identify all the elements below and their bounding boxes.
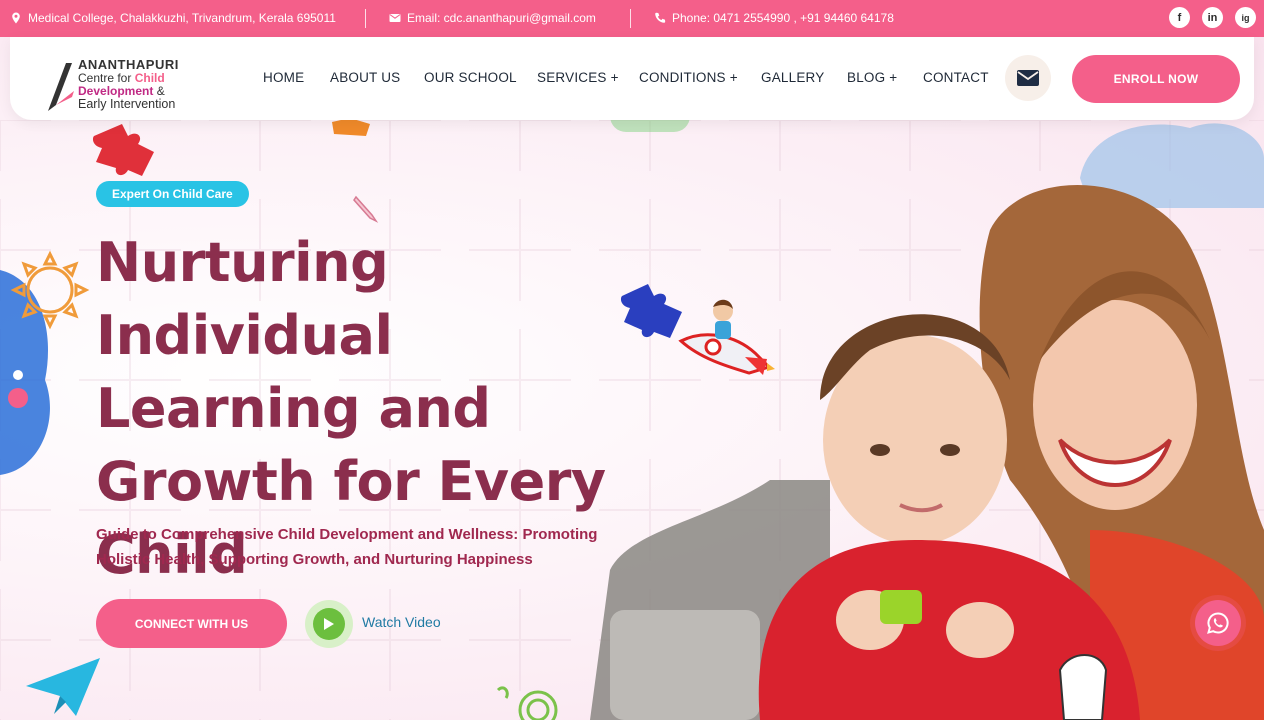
logo-mark-icon [48,63,74,111]
main-header: ANANTHAPURI Centre for Child Development… [10,37,1254,120]
play-icon [324,618,334,630]
play-video-button[interactable] [305,600,353,648]
phone-text[interactable]: Phone: 0471 2554990 , +91 94460 64178 [672,11,894,25]
nav-contact[interactable]: CONTACT [923,70,993,85]
connect-with-us-button[interactable]: CONNECT WITH US [96,599,287,648]
logo-text-colored: Development [78,84,154,98]
address-info: Medical College, Chalakkuzhi, Trivandrum… [10,11,336,25]
logo-line-4: Early Intervention [78,97,176,111]
linkedin-icon[interactable]: in [1202,7,1223,28]
paper-plane-icon [26,658,100,716]
whatsapp-button[interactable] [1195,600,1241,646]
expert-badge: Expert On Child Care [96,181,249,207]
nav-home[interactable]: HOME [263,70,330,85]
email-text[interactable]: Email: cdc.ananthapuri@gmail.com [407,11,596,25]
enroll-now-button[interactable]: ENROLL NOW [1072,55,1240,103]
orange-puzzle-icon [332,118,370,136]
address-text: Medical College, Chalakkuzhi, Trivandrum… [28,11,336,25]
mail-button[interactable] [1005,55,1051,101]
site-logo[interactable]: ANANTHAPURI Centre for Child Development… [46,57,216,113]
facebook-icon[interactable]: f [1169,7,1190,28]
main-navigation: HOME ABOUT US OUR SCHOOL SERVICES + COND… [263,70,993,85]
phone-icon [655,12,666,23]
red-puzzle-icon [92,124,154,176]
instagram-icon[interactable]: ig [1235,7,1256,28]
nav-conditions[interactable]: CONDITIONS + [639,70,761,85]
watch-video-link[interactable]: Watch Video [362,614,441,630]
nav-gallery[interactable]: GALLERY [761,70,847,85]
email-icon [389,14,401,22]
play-button-inner [313,608,345,640]
divider [630,9,631,28]
snail-icon [496,686,558,720]
sun-icon [10,250,90,330]
whatsapp-icon [1207,612,1229,634]
nav-our-school[interactable]: OUR SCHOOL [424,70,537,85]
logo-line-2: Centre for Child [78,72,165,84]
pencil-icon [353,195,379,223]
nav-about-us[interactable]: ABOUT US [330,70,424,85]
hero-subtext: Guide to Comprehensive Child Development… [96,526,598,568]
phone-info[interactable]: Phone: 0471 2554990 , +91 94460 64178 [654,11,894,25]
logo-line-3: Development & [78,85,165,97]
top-contact-bar: Medical College, Chalakkuzhi, Trivandrum… [0,0,1264,37]
divider [365,9,366,28]
email-info[interactable]: Email: cdc.ananthapuri@gmail.com [389,11,596,25]
logo-text: & [153,84,165,98]
logo-text-colored: Child [134,71,165,85]
mother-and-child-photo [590,185,1264,720]
location-icon [12,12,20,24]
nav-services[interactable]: SERVICES + [537,70,639,85]
logo-text: Centre for [78,71,135,85]
nav-blog[interactable]: BLOG + [847,70,923,85]
envelope-icon [1017,70,1039,86]
logo-title: ANANTHAPURI [78,57,179,72]
